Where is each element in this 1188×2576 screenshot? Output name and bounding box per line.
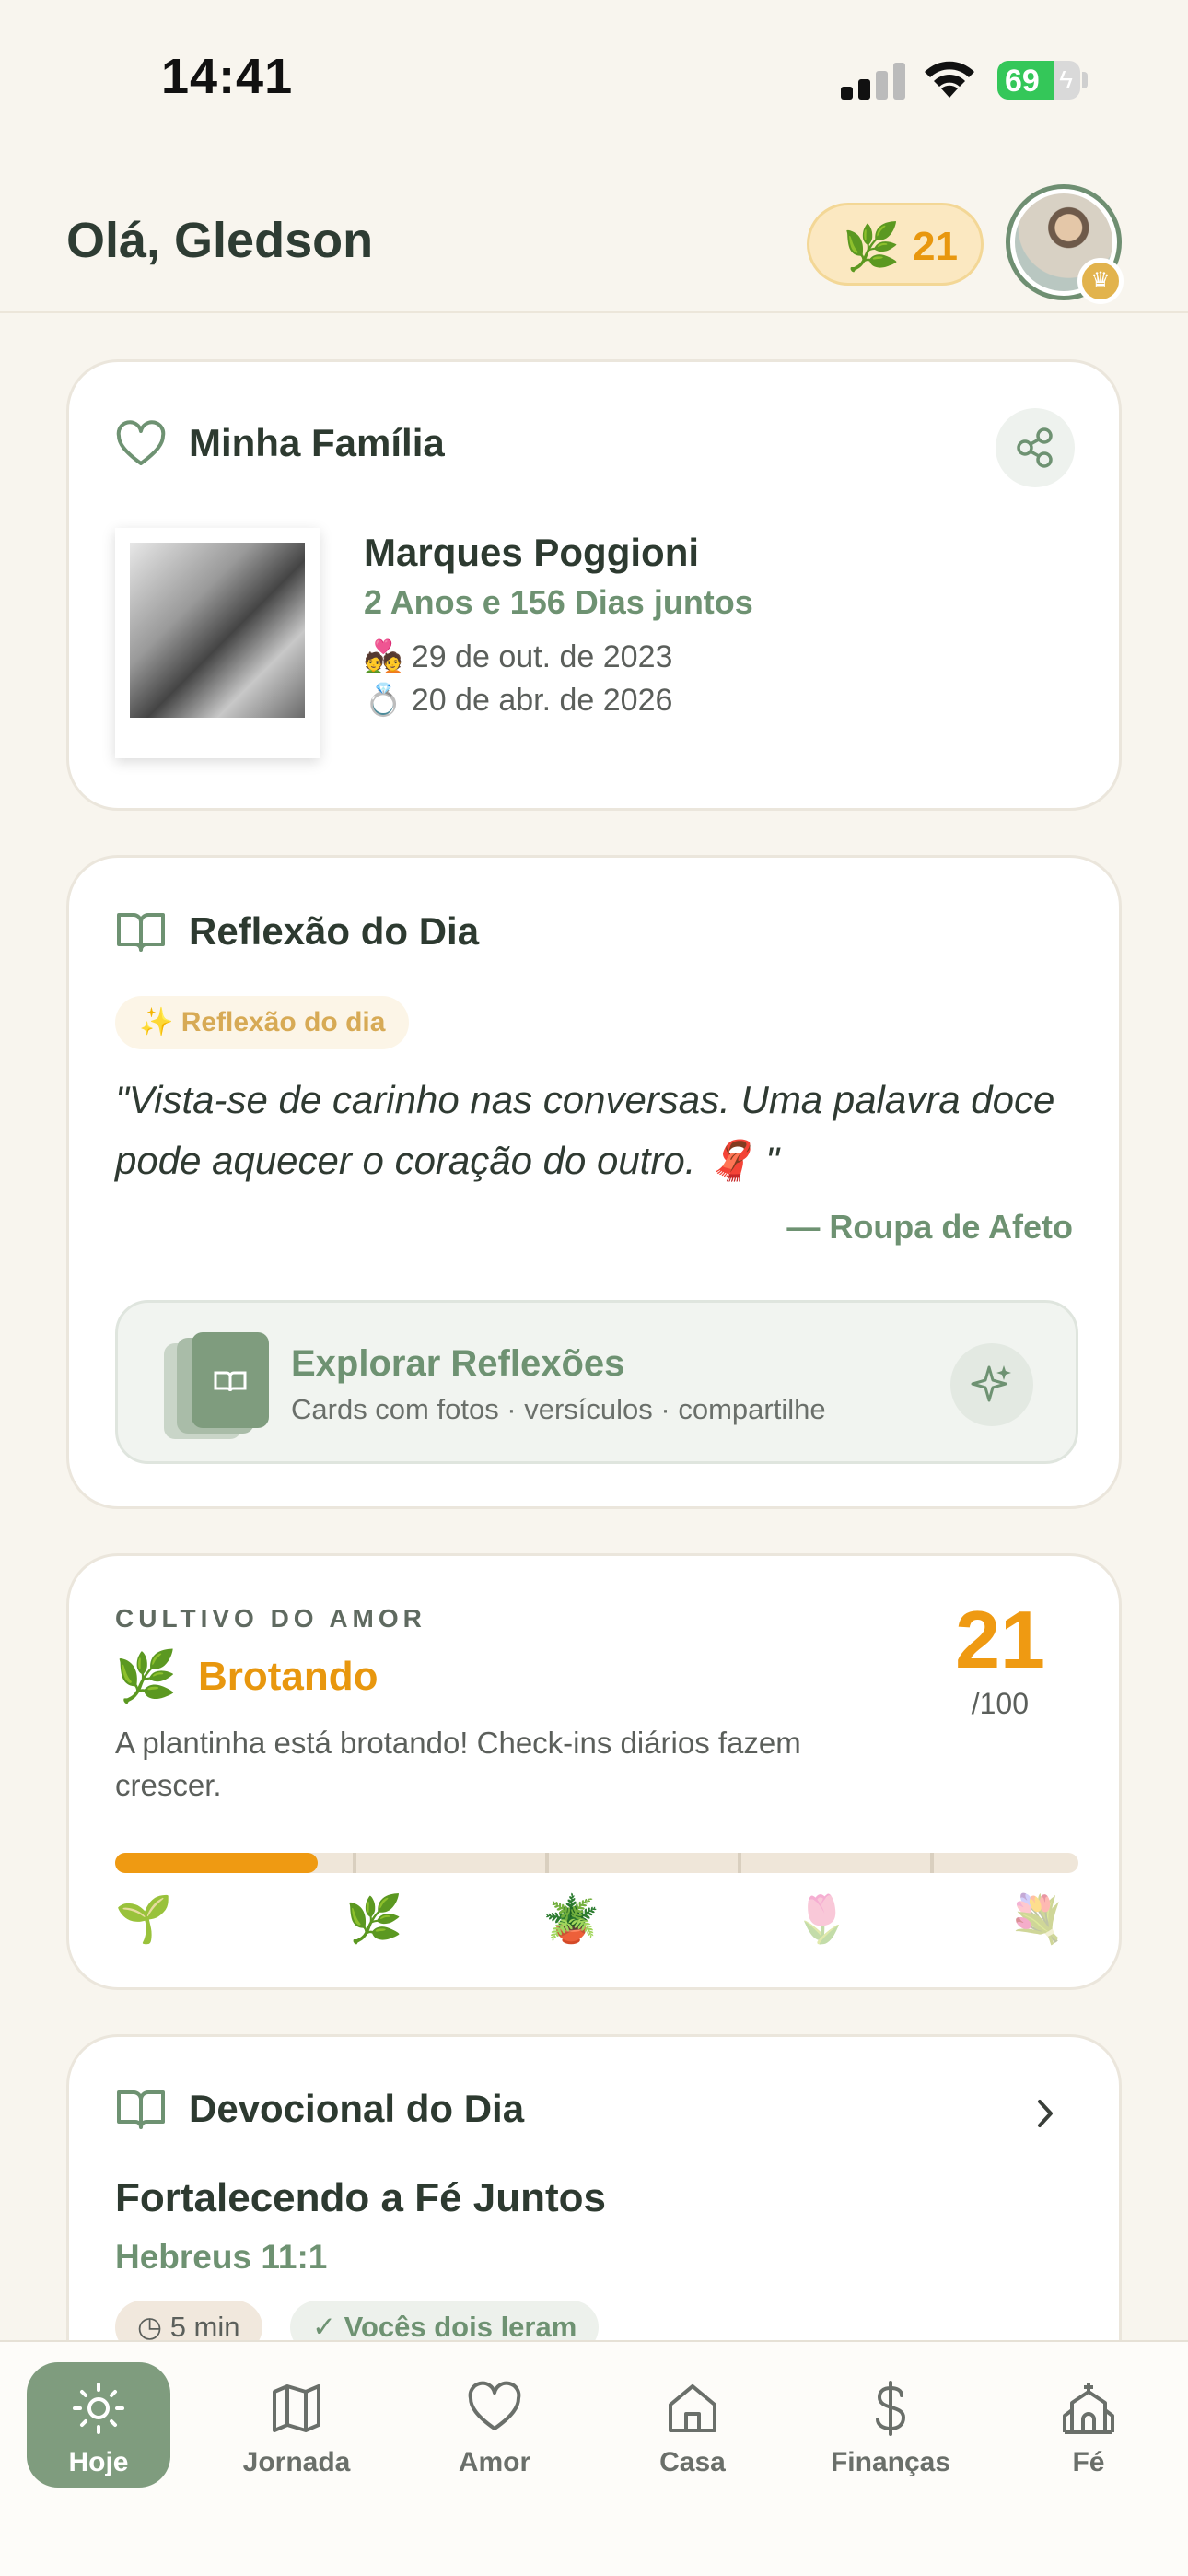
reading-time-text: 5 min <box>169 2311 240 2343</box>
tab-casa[interactable]: Casa <box>621 2362 764 2488</box>
couple-name: Marques Poggioni <box>364 531 700 574</box>
cultivation-eyebrow: CULTIVO DO AMOR <box>115 1604 426 1633</box>
couple-photo-image <box>130 543 305 718</box>
love-cultivation-card[interactable]: CULTIVO DO AMOR 🌿 Brotando A plantinha e… <box>66 1553 1122 1990</box>
sun-icon <box>73 2383 124 2434</box>
tab-hoje[interactable]: Hoje <box>27 2362 170 2488</box>
battery-icon: 69 ϟ <box>997 61 1080 100</box>
status-time: 14:41 <box>161 49 294 104</box>
share-button[interactable] <box>996 408 1075 487</box>
progress-tick <box>353 1853 356 1873</box>
reflection-tag: ✨ Reflexão do dia <box>115 996 410 1049</box>
family-card-title: Minha Família <box>189 421 445 464</box>
explore-reflections-button[interactable]: Explorar Reflexões Cards com fotos · ver… <box>115 1300 1078 1464</box>
devotional-reference: Hebreus 11:1 <box>115 2238 328 2276</box>
sparkles-icon <box>971 1365 1011 1402</box>
chevron-right-icon[interactable] <box>1027 2090 1064 2137</box>
herb-icon: 🌿 <box>345 1893 403 1945</box>
tab-label: Jornada <box>242 2447 351 2477</box>
tulip-icon: 🌷 <box>793 1893 851 1945</box>
book-open-icon <box>117 913 165 952</box>
sprout-icon: 🌿 <box>115 1649 178 1704</box>
seedling-icon: 🌱 <box>115 1893 173 1945</box>
app-header: Olá, Gledson 🌿 21 ♛ <box>0 157 1188 313</box>
cultivation-progress-bar <box>115 1853 1078 1873</box>
devotional-heading: Fortalecendo a Fé Juntos <box>115 2175 606 2220</box>
potted-plant-icon: 🪴 <box>542 1893 600 1945</box>
cultivation-progress-fill <box>115 1853 318 1873</box>
tab-fe[interactable]: Fé <box>1017 2362 1160 2488</box>
ring-emoji-icon: 💍 <box>364 683 403 718</box>
clock-icon: ◷ <box>137 2311 163 2343</box>
heart-icon <box>116 420 166 465</box>
cultivation-max: /100 <box>971 1687 1029 1720</box>
tab-label: Amor <box>458 2447 531 2477</box>
church-icon <box>1063 2383 1114 2434</box>
crown-icon: ♛ <box>1077 258 1124 304</box>
points-count: 21 <box>913 224 958 269</box>
dollar-icon <box>876 2381 906 2436</box>
wifi-icon <box>925 61 974 98</box>
couple-photo[interactable] <box>115 528 320 758</box>
devotional-card-title: Devocional do Dia <box>189 2087 525 2130</box>
progress-tick <box>738 1853 741 1873</box>
tab-jornada[interactable]: Jornada <box>225 2362 368 2488</box>
cellular-signal-icon <box>841 61 905 100</box>
relationship-start-date-text: 29 de out. de 2023 <box>411 639 673 674</box>
book-icon <box>214 1371 247 1392</box>
heart-icon <box>468 2381 521 2430</box>
tab-financas[interactable]: Finanças <box>819 2362 962 2488</box>
greeting-title: Olá, Gledson <box>66 213 374 268</box>
battery-tip <box>1082 72 1088 88</box>
progress-tick <box>930 1853 934 1873</box>
charging-bolt-icon: ϟ <box>1059 65 1073 94</box>
reflection-quote: "Vista-se de carinho nas conversas. Uma … <box>115 1078 1055 1182</box>
explore-title: Explorar Reflexões <box>291 1343 625 1384</box>
bouquet-icon: 💐 <box>1008 1893 1066 1945</box>
cultivation-description: A plantinha está brotando! Check-ins diá… <box>115 1726 801 1802</box>
explore-subtitle: Cards com fotos · versículos · compartil… <box>291 1393 826 1425</box>
bottom-tab-bar: Hoje Jornada Amor Casa Finanças Fé <box>0 2340 1188 2576</box>
sparkles-button[interactable] <box>950 1343 1033 1426</box>
leaf-icon: 🌿 <box>843 221 901 273</box>
cultivation-score: 21 <box>955 1594 1045 1685</box>
battery-percent: 69 <box>1005 64 1040 99</box>
love-points-badge[interactable]: 🌿 21 <box>807 203 984 286</box>
cards-stack-icon <box>164 1332 274 1443</box>
reflection-card-title: Reflexão do Dia <box>189 909 480 953</box>
days-together: 2 Anos e 156 Dias juntos <box>364 583 753 621</box>
status-bar: 14:41 69 ϟ <box>0 0 1188 157</box>
couple-emoji-icon: 💑 <box>364 639 403 674</box>
wedding-date-text: 20 de abr. de 2026 <box>411 683 673 718</box>
share-icon <box>1017 427 1053 468</box>
reflection-card: Reflexão do Dia ✨ Reflexão do dia "Vista… <box>66 855 1122 1509</box>
home-icon <box>669 2384 716 2432</box>
tab-amor[interactable]: Amor <box>423 2362 566 2488</box>
tab-label: Fé <box>1072 2447 1105 2477</box>
family-card[interactable]: Minha Família Marques Poggioni 2 Anos e … <box>66 359 1122 811</box>
tab-label: Finanças <box>830 2447 951 2477</box>
tab-label: Casa <box>659 2447 726 2477</box>
relationship-start-date: 💑 29 de out. de 2023 <box>364 638 672 675</box>
map-icon <box>273 2384 320 2432</box>
cultivation-stage: Brotando <box>198 1654 379 1699</box>
book-open-icon <box>117 2090 165 2129</box>
tab-label: Hoje <box>68 2447 129 2477</box>
progress-tick <box>545 1853 549 1873</box>
wedding-date: 💍 20 de abr. de 2026 <box>364 682 672 719</box>
reflection-author: — Roupa de Afeto <box>786 1208 1073 1246</box>
